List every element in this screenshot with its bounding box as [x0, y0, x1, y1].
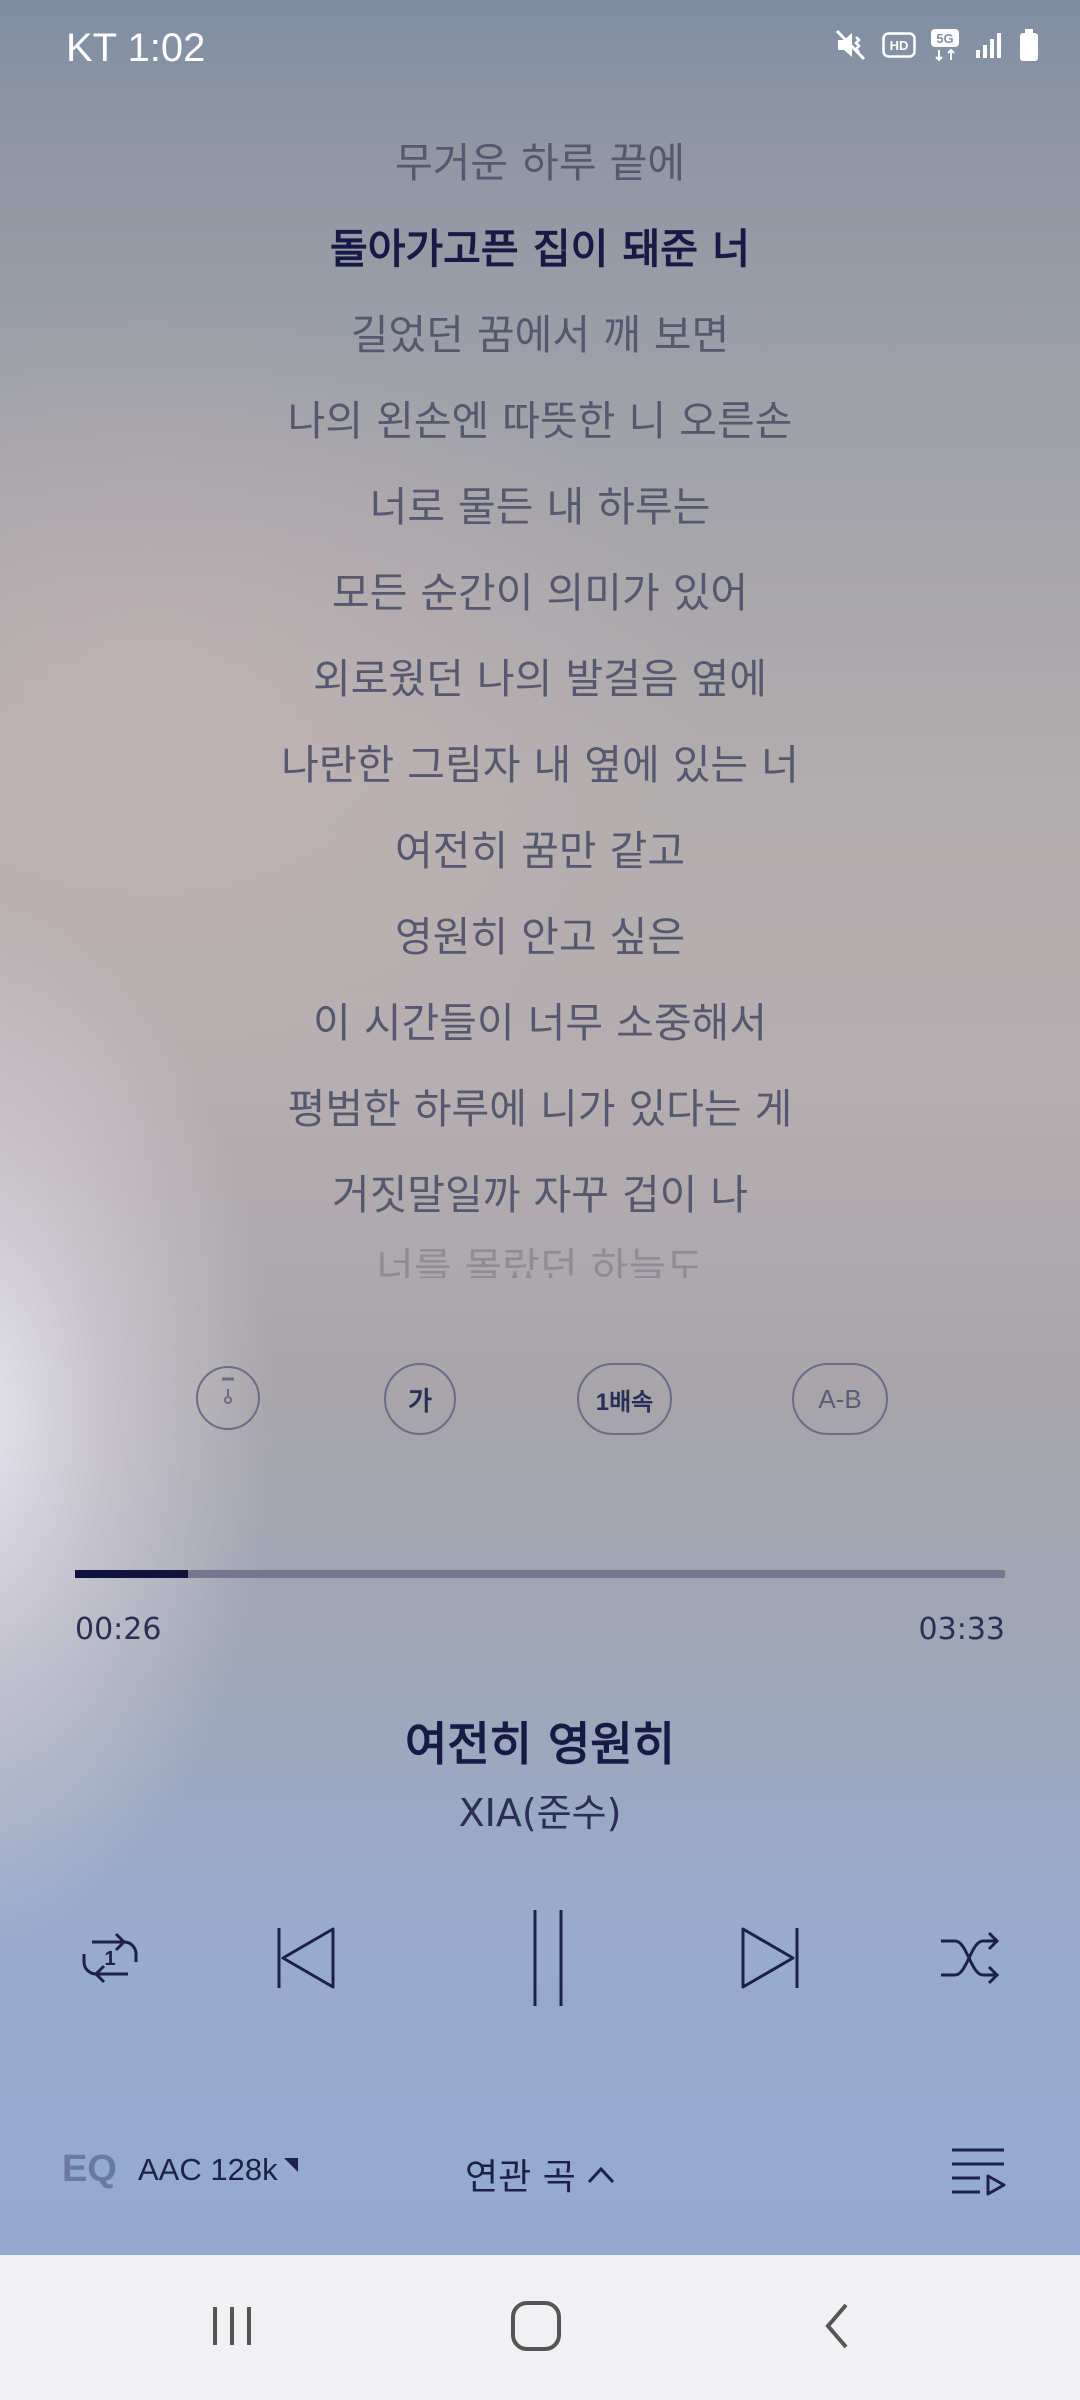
battery-icon [1018, 28, 1040, 62]
lyric-line[interactable]: 여전히 꿈만 같고 [0, 808, 1080, 894]
shuffle-button[interactable] [920, 1900, 1020, 2020]
lyric-line[interactable]: 영원히 안고 싶은 [0, 894, 1080, 980]
elapsed-time: 00:26 [75, 1612, 162, 1647]
total-duration: 03:33 [918, 1612, 1005, 1647]
repeat-one-icon: 1 [74, 1922, 146, 1998]
lyric-line[interactable]: 너를 몰랐던 하늘도 [0, 1238, 1080, 1278]
playlist-button[interactable] [948, 2140, 1008, 2204]
svg-text:HD: HD [890, 38, 909, 53]
timer-icon [208, 1376, 248, 1421]
lyric-line-current[interactable]: 돌아가고픈 집이 돼준 너 [0, 206, 1080, 292]
repeat-badge: 1 [104, 1948, 115, 1970]
home-button[interactable] [476, 2255, 596, 2400]
previous-button[interactable] [256, 1900, 356, 2020]
lyric-line[interactable]: 평범한 하루에 니가 있다는 게 [0, 1066, 1080, 1152]
codec-quality-button[interactable]: AAC 128k [138, 2152, 278, 2188]
song-title[interactable]: 여전히 영원히 [0, 1708, 1080, 1774]
seek-bar-progress [75, 1570, 189, 1578]
font-size-button[interactable]: 가 [384, 1363, 456, 1435]
related-songs-label: 연관 곡 [465, 2157, 576, 2198]
status-icons: HD 5G [834, 28, 1040, 62]
lyric-line[interactable]: 너로 물든 내 하루는 [0, 464, 1080, 550]
pause-icon [510, 1908, 570, 2012]
status-time: KT 1:02 [66, 26, 206, 70]
lyric-line[interactable]: 나의 왼손엔 따뜻한 니 오른손 [0, 378, 1080, 464]
lyric-line[interactable]: 나란한 그림자 내 옆에 있는 너 [0, 722, 1080, 808]
recents-icon [207, 2301, 257, 2355]
home-icon [508, 2298, 564, 2358]
signal-icon [974, 30, 1004, 60]
skip-previous-icon [271, 1923, 341, 1997]
eq-button[interactable]: EQ [62, 2148, 117, 2191]
lyric-line[interactable]: 외로웠던 나의 발걸음 옆에 [0, 636, 1080, 722]
5g-icon: 5G [930, 28, 960, 62]
ab-repeat-label: A-B [818, 1383, 862, 1414]
system-nav-bar [0, 2255, 1080, 2400]
lyric-line[interactable]: 이 시간들이 너무 소중해서 [0, 980, 1080, 1066]
lyric-line[interactable]: 거짓말일까 자꾸 겁이 나 [0, 1152, 1080, 1238]
mute-vibrate-icon [834, 28, 868, 62]
hd-icon: HD [882, 32, 916, 58]
repeat-button[interactable]: 1 [60, 1900, 160, 2020]
player-controls: 1 [0, 1900, 1080, 2020]
speed-label: 1배속 [595, 1388, 654, 1416]
lyric-line[interactable]: 모든 순간이 의미가 있어 [0, 550, 1080, 636]
font-size-label: 가 [408, 1385, 432, 1416]
status-bar: KT 1:02 HD 5G [0, 0, 1080, 100]
bottom-toolbar: EQ AAC 128k 연관 곡 [0, 2140, 1080, 2200]
lyric-line[interactable]: 길었던 꿈에서 깨 보면 [0, 292, 1080, 378]
pause-button[interactable] [490, 1900, 590, 2020]
dropdown-corner-icon [282, 2156, 300, 2178]
playlist-icon [948, 2148, 1008, 2204]
song-artist[interactable]: XIA(준수) [0, 1782, 1080, 1837]
seek-bar[interactable] [75, 1570, 1005, 1578]
sleep-timer-button[interactable] [196, 1366, 260, 1430]
svg-text:5G: 5G [936, 31, 953, 46]
related-songs-button[interactable]: 연관 곡 [465, 2148, 616, 2200]
back-button[interactable] [778, 2255, 898, 2400]
playback-speed-button[interactable]: 1배속 [577, 1363, 672, 1435]
skip-next-icon [735, 1923, 805, 1997]
ab-repeat-button[interactable]: A-B [792, 1363, 888, 1435]
chevron-up-icon [586, 2154, 616, 2195]
recents-button[interactable] [172, 2255, 292, 2400]
lyrics-panel[interactable]: 무거운 하루 끝에 돌아가고픈 집이 돼준 너 길었던 꿈에서 깨 보면 나의 왼손엔… [0, 120, 1080, 1278]
shuffle-icon [937, 1925, 1003, 1995]
lyric-line[interactable]: 무거운 하루 끝에 [0, 120, 1080, 206]
next-button[interactable] [720, 1900, 820, 2020]
back-icon [818, 2301, 858, 2355]
